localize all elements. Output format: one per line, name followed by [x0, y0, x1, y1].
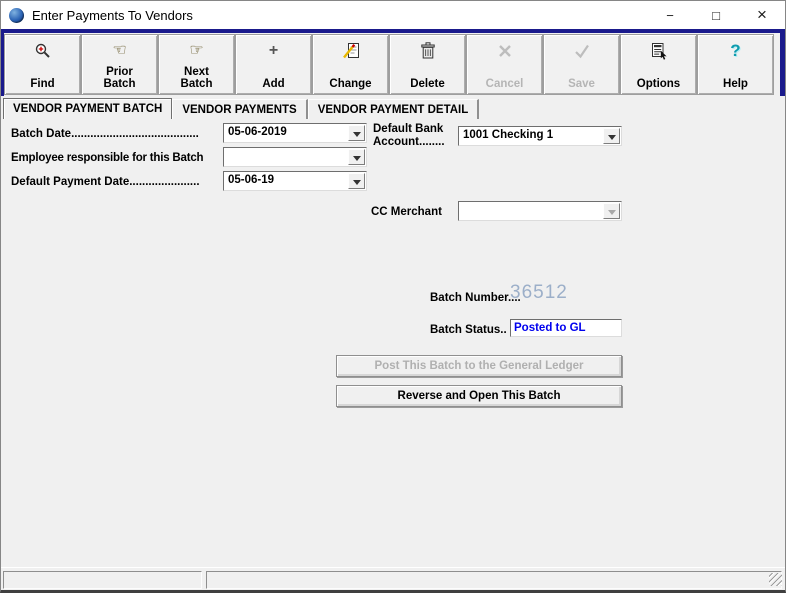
- default-payment-date-value: 05-06-19: [228, 174, 275, 186]
- reverse-open-batch-button[interactable]: Reverse and Open This Batch: [336, 385, 622, 407]
- minimize-button[interactable]: −: [647, 1, 693, 29]
- options-button[interactable]: Options: [620, 34, 697, 95]
- next-batch-icon: ☞: [189, 42, 204, 59]
- window-title: Enter Payments To Vendors: [32, 7, 193, 23]
- default-payment-date-label: Default Payment Date....................…: [11, 176, 200, 188]
- help-button[interactable]: ? Help: [697, 34, 774, 95]
- cancel-button[interactable]: Cancel: [466, 34, 543, 95]
- tab-bar: VENDOR PAYMENT BATCH VENDOR PAYMENTS VEN…: [3, 98, 480, 119]
- change-button[interactable]: Change: [312, 34, 389, 95]
- close-button[interactable]: ×: [739, 1, 785, 29]
- employee-combo[interactable]: [223, 147, 367, 167]
- save-label: Save: [568, 78, 595, 90]
- batch-status-field: Posted to GL: [510, 319, 622, 337]
- delete-button[interactable]: Delete: [389, 34, 466, 95]
- default-payment-date-combo[interactable]: 05-06-19: [223, 171, 367, 191]
- next-batch-button[interactable]: ☞ Next Batch: [158, 34, 235, 95]
- dropdown-arrow-icon[interactable]: [348, 149, 365, 165]
- dropdown-arrow-icon: [603, 203, 620, 219]
- find-button[interactable]: Find: [4, 34, 81, 95]
- delete-label: Delete: [410, 78, 445, 90]
- next-batch-label: Next: [184, 66, 209, 78]
- add-button[interactable]: + Add: [235, 34, 312, 95]
- toolbar: Find ☜ Prior Batch ☞ Next Batch + Add Ch…: [1, 29, 785, 96]
- delete-icon: [420, 41, 436, 61]
- default-bank-account-value: 1001 Checking 1: [463, 129, 554, 141]
- title-bar: Enter Payments To Vendors − □ ×: [1, 1, 785, 29]
- default-bank-account-label: Default Bank Account........: [373, 123, 445, 148]
- cc-merchant-label: CC Merchant: [371, 206, 442, 218]
- dropdown-arrow-icon[interactable]: [603, 128, 620, 144]
- employee-value: [224, 148, 366, 150]
- tab-label: VENDOR PAYMENT DETAIL: [317, 104, 469, 116]
- prior-batch-icon: ☜: [112, 42, 127, 59]
- find-icon: [34, 41, 52, 61]
- tab-label: VENDOR PAYMENT BATCH: [13, 103, 163, 115]
- tab-label: VENDOR PAYMENTS: [182, 104, 297, 116]
- default-bank-account-combo[interactable]: 1001 Checking 1: [458, 126, 622, 146]
- prior-batch-label: Prior: [106, 66, 133, 78]
- employee-label: Employee responsible for this Batch: [11, 152, 204, 164]
- change-label: Change: [329, 78, 372, 90]
- add-label: Add: [262, 78, 285, 90]
- help-icon: ?: [730, 41, 741, 60]
- batch-date-label: Batch Date..............................…: [11, 128, 199, 140]
- maximize-button[interactable]: □: [693, 1, 739, 29]
- dropdown-arrow-icon[interactable]: [348, 125, 365, 141]
- tab-vendor-payments[interactable]: VENDOR PAYMENTS: [172, 99, 308, 119]
- cancel-label: Cancel: [485, 78, 524, 90]
- save-button[interactable]: Save: [543, 34, 620, 95]
- help-label: Help: [723, 78, 748, 90]
- batch-number-label: Batch Number....: [430, 292, 521, 304]
- change-icon: [342, 41, 360, 61]
- status-panel-right: [206, 571, 782, 589]
- batch-number-value: 36512: [510, 282, 568, 303]
- tab-vendor-payment-detail[interactable]: VENDOR PAYMENT DETAIL: [307, 99, 480, 119]
- vendor-payment-batch-panel: Batch Date..............................…: [2, 119, 784, 563]
- dropdown-arrow-icon[interactable]: [348, 173, 365, 189]
- cancel-icon: [497, 41, 513, 61]
- cc-merchant-combo[interactable]: [458, 201, 622, 221]
- app-icon: [9, 7, 24, 23]
- batch-date-value: 05-06-2019: [228, 126, 287, 138]
- app-window: Enter Payments To Vendors − □ × Find ☜ P…: [0, 0, 786, 593]
- content-bottom-divider: [1, 567, 785, 568]
- options-icon: [650, 41, 668, 61]
- find-label: Find: [30, 78, 55, 90]
- save-icon: [573, 41, 591, 61]
- post-batch-button[interactable]: Post This Batch to the General Ledger: [336, 355, 622, 377]
- options-label: Options: [636, 78, 681, 90]
- add-icon: +: [268, 42, 279, 59]
- tab-vendor-payment-batch[interactable]: VENDOR PAYMENT BATCH: [3, 98, 173, 119]
- status-panel-left: [3, 571, 202, 589]
- resize-grip[interactable]: [769, 573, 782, 586]
- batch-date-combo[interactable]: 05-06-2019: [223, 123, 367, 143]
- prior-batch-button[interactable]: ☜ Prior Batch: [81, 34, 158, 95]
- window-controls: − □ ×: [647, 1, 785, 29]
- cc-merchant-value: [459, 202, 621, 204]
- batch-status-label: Batch Status..: [430, 324, 507, 336]
